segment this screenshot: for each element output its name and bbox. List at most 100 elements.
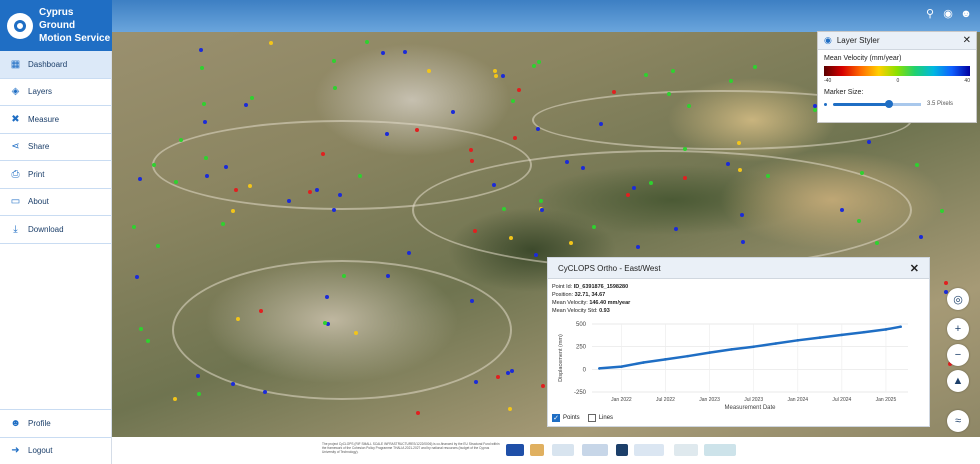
measurement-point[interactable] (667, 92, 671, 96)
measurement-point[interactable] (263, 390, 267, 394)
zoom-in-icon[interactable]: + (947, 318, 969, 340)
sidebar-item-print[interactable]: ⎙ Print (0, 161, 111, 189)
measurement-point[interactable] (381, 51, 385, 55)
measurement-point[interactable] (407, 251, 411, 255)
palette-icon[interactable]: ◉ (942, 8, 954, 20)
measurement-point[interactable] (494, 74, 498, 78)
measurement-point[interactable] (840, 208, 844, 212)
measurement-point[interactable] (565, 160, 569, 164)
measurement-point[interactable] (403, 50, 407, 54)
measurement-point[interactable] (315, 188, 319, 192)
measurement-point[interactable] (199, 48, 203, 52)
measurement-point[interactable] (741, 240, 745, 244)
measurement-point[interactable] (244, 103, 248, 107)
sidebar-item-layers[interactable]: ◈ Layers (0, 79, 111, 106)
measurement-point[interactable] (174, 180, 178, 184)
measurement-point[interactable] (173, 397, 177, 401)
measurement-point[interactable] (202, 102, 206, 106)
measurement-point[interactable] (915, 163, 919, 167)
measurement-point[interactable] (470, 159, 474, 163)
measurement-point[interactable] (649, 181, 653, 185)
measurement-point[interactable] (236, 317, 240, 321)
measurement-point[interactable] (626, 193, 630, 197)
measurement-point[interactable] (416, 411, 420, 415)
measurement-point[interactable] (683, 147, 687, 151)
measurement-point[interactable] (415, 128, 419, 132)
measurement-point[interactable] (156, 244, 160, 248)
sidebar-item-about[interactable]: ▭ About (0, 189, 111, 216)
user-icon[interactable]: ☻ (960, 8, 972, 20)
measurement-point[interactable] (857, 219, 861, 223)
measurement-point[interactable] (919, 235, 923, 239)
measurement-point[interactable] (139, 327, 143, 331)
measurement-point[interactable] (729, 79, 733, 83)
sidebar-item-dashboard[interactable]: ▦ Dashboard (0, 51, 111, 79)
measurement-point[interactable] (537, 60, 541, 64)
measurement-point[interactable] (231, 382, 235, 386)
measurement-point[interactable] (354, 331, 358, 335)
measurement-point[interactable] (231, 209, 235, 213)
app-brand[interactable]: Cyprus Ground Motion Service (0, 0, 112, 51)
measurement-point[interactable] (203, 120, 207, 124)
measurement-point[interactable] (469, 148, 473, 152)
measurement-point[interactable] (569, 241, 573, 245)
measurement-point[interactable] (358, 174, 362, 178)
measurement-point[interactable] (287, 199, 291, 203)
measurement-point[interactable] (179, 138, 183, 142)
measurement-point[interactable] (323, 321, 327, 325)
measurement-point[interactable] (197, 392, 201, 396)
measurement-point[interactable] (501, 74, 505, 78)
measurement-point[interactable] (342, 274, 346, 278)
measurement-point[interactable] (200, 66, 204, 70)
measurement-point[interactable] (581, 166, 585, 170)
measurement-point[interactable] (332, 208, 336, 212)
measurement-point[interactable] (536, 127, 540, 131)
measurement-point[interactable] (534, 253, 538, 257)
measurement-point[interactable] (502, 207, 506, 211)
measurement-point[interactable] (332, 59, 336, 63)
measurement-point[interactable] (492, 183, 496, 187)
sidebar-item-measure[interactable]: ✖ Measure (0, 106, 111, 134)
search-icon[interactable]: ⚲ (924, 8, 936, 20)
measurement-point[interactable] (205, 174, 209, 178)
measurement-point[interactable] (508, 407, 512, 411)
measurement-point[interactable] (196, 374, 200, 378)
measurement-point[interactable] (470, 299, 474, 303)
lines-checkbox[interactable] (587, 414, 596, 422)
marker-size-slider[interactable] (833, 99, 921, 108)
measurement-point[interactable] (132, 225, 136, 229)
measurement-point[interactable] (474, 380, 478, 384)
measurement-point[interactable] (541, 384, 545, 388)
measurement-point[interactable] (540, 208, 544, 212)
measurement-point[interactable] (940, 209, 944, 213)
measurement-point[interactable] (135, 275, 139, 279)
zoom-out-icon[interactable]: − (947, 344, 969, 366)
measurement-point[interactable] (385, 132, 389, 136)
measurement-point[interactable] (683, 176, 687, 180)
measurement-point[interactable] (753, 65, 757, 69)
close-icon[interactable]: ✕ (910, 262, 919, 275)
measurement-point[interactable] (671, 69, 675, 73)
measurement-point[interactable] (740, 213, 744, 217)
measurement-point[interactable] (636, 245, 640, 249)
measurement-point[interactable] (738, 168, 742, 172)
measurement-point[interactable] (493, 69, 497, 73)
measurement-point[interactable] (632, 186, 636, 190)
measurement-point[interactable] (204, 156, 208, 160)
measurement-point[interactable] (644, 73, 648, 77)
sidebar-item-download[interactable]: ⤓ Download (0, 216, 111, 244)
measurement-point[interactable] (234, 188, 238, 192)
measurement-point[interactable] (152, 163, 156, 167)
measurement-point[interactable] (592, 225, 596, 229)
sidebar-item-share[interactable]: ⋖ Share (0, 134, 111, 161)
measurement-point[interactable] (860, 171, 864, 175)
measurement-point[interactable] (687, 104, 691, 108)
measurement-point[interactable] (269, 41, 273, 45)
measurement-point[interactable] (250, 96, 254, 100)
measurement-point[interactable] (509, 236, 513, 240)
measurement-point[interactable] (321, 152, 325, 156)
sidebar-item-profile[interactable]: ☻ Profile (0, 409, 111, 437)
measurement-point[interactable] (875, 241, 879, 245)
measurement-point[interactable] (338, 193, 342, 197)
compass-icon[interactable]: ▲ (947, 370, 969, 392)
